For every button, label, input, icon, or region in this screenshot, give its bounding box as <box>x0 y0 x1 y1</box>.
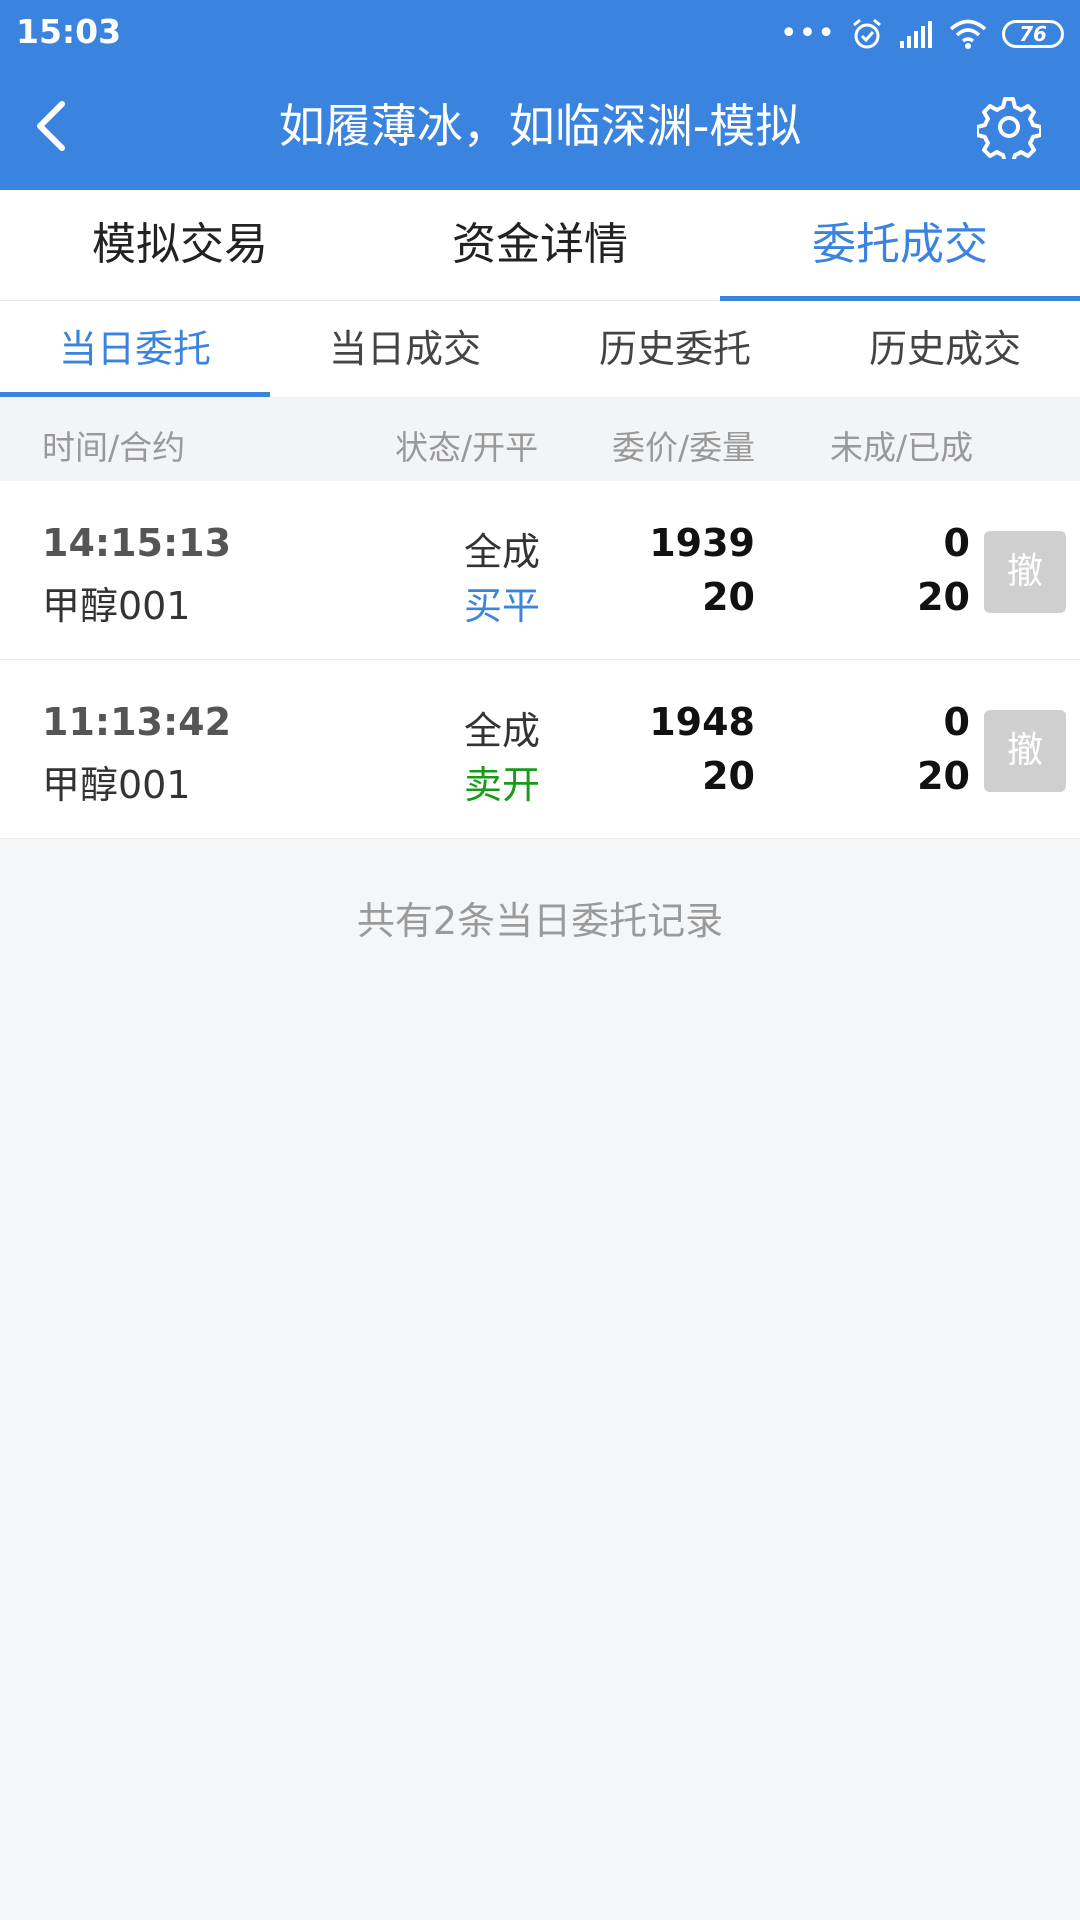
tab-funds-details[interactable]: 资金详情 <box>360 190 720 300</box>
order-unfilled: 0 <box>943 521 970 565</box>
order-contract: 甲醇001 <box>42 584 191 628</box>
gear-icon <box>977 97 1041 159</box>
tab-simulated-trading[interactable]: 模拟交易 <box>0 190 360 300</box>
app-header: 15:03 ••• 76 如履薄冰，如临深渊-模拟 <box>0 0 1080 190</box>
back-button[interactable] <box>20 96 80 156</box>
order-quantity: 20 <box>702 754 755 798</box>
tab-orders-trades[interactable]: 委托成交 <box>720 190 1080 301</box>
page-title: 如履薄冰，如临深渊-模拟 <box>278 99 802 153</box>
wifi-icon <box>949 19 987 49</box>
alarm-icon <box>853 18 881 49</box>
order-time: 11:13:42 <box>42 700 232 744</box>
order-unfilled: 0 <box>943 700 970 744</box>
table-row[interactable]: 11:13:42 甲醇001 全成 卖开 1948 20 0 20 撤 <box>0 660 1080 839</box>
status-time: 15:03 <box>16 12 122 51</box>
order-filled: 20 <box>917 575 970 619</box>
tab-today-orders[interactable]: 当日委托 <box>0 301 270 397</box>
settings-button[interactable] <box>976 94 1042 160</box>
status-icons: ••• 76 <box>780 14 1064 54</box>
order-open-close: 卖开 <box>463 763 540 807</box>
order-price: 1939 <box>649 521 755 565</box>
nav-bar: 如履薄冰，如临深渊-模拟 <box>0 66 1080 190</box>
battery-icon: 76 <box>1002 20 1064 48</box>
order-quantity: 20 <box>702 575 755 619</box>
table-header: 时间/合约 状态/开平 委价/委量 未成/已成 <box>0 397 1080 481</box>
record-count-summary: 共有2条当日委托记录 <box>356 899 724 943</box>
order-status: 全成 <box>463 709 540 753</box>
cancel-order-button[interactable]: 撤 <box>984 531 1066 613</box>
order-open-close: 买平 <box>463 584 540 628</box>
column-status-openclose: 状态/开平 <box>395 428 539 467</box>
tab-history-trades[interactable]: 历史成交 <box>810 301 1080 397</box>
tab-history-orders[interactable]: 历史委托 <box>540 301 810 397</box>
more-dots-icon: ••• <box>779 16 836 51</box>
order-time: 14:15:13 <box>42 521 232 565</box>
table-row[interactable]: 14:15:13 甲醇001 全成 买平 1939 20 0 20 撤 <box>0 481 1080 660</box>
main-tabs: 模拟交易 资金详情 委托成交 <box>0 190 1080 301</box>
battery-level: 76 <box>1019 22 1047 46</box>
sub-tabs: 当日委托 当日成交 历史委托 历史成交 <box>0 301 1080 397</box>
tab-today-trades[interactable]: 当日成交 <box>270 301 540 397</box>
status-bar: 15:03 ••• 76 <box>0 0 1080 66</box>
order-contract: 甲醇001 <box>42 763 191 807</box>
column-price-qty: 委价/委量 <box>612 428 756 467</box>
chevron-left-icon <box>37 101 65 151</box>
order-filled: 20 <box>917 754 970 798</box>
column-unfilled-filled: 未成/已成 <box>830 428 974 467</box>
order-status: 全成 <box>463 530 540 574</box>
column-time-contract: 时间/合约 <box>42 428 186 467</box>
cancel-order-button[interactable]: 撤 <box>984 710 1066 792</box>
order-price: 1948 <box>649 700 755 744</box>
signal-icon <box>900 21 932 48</box>
